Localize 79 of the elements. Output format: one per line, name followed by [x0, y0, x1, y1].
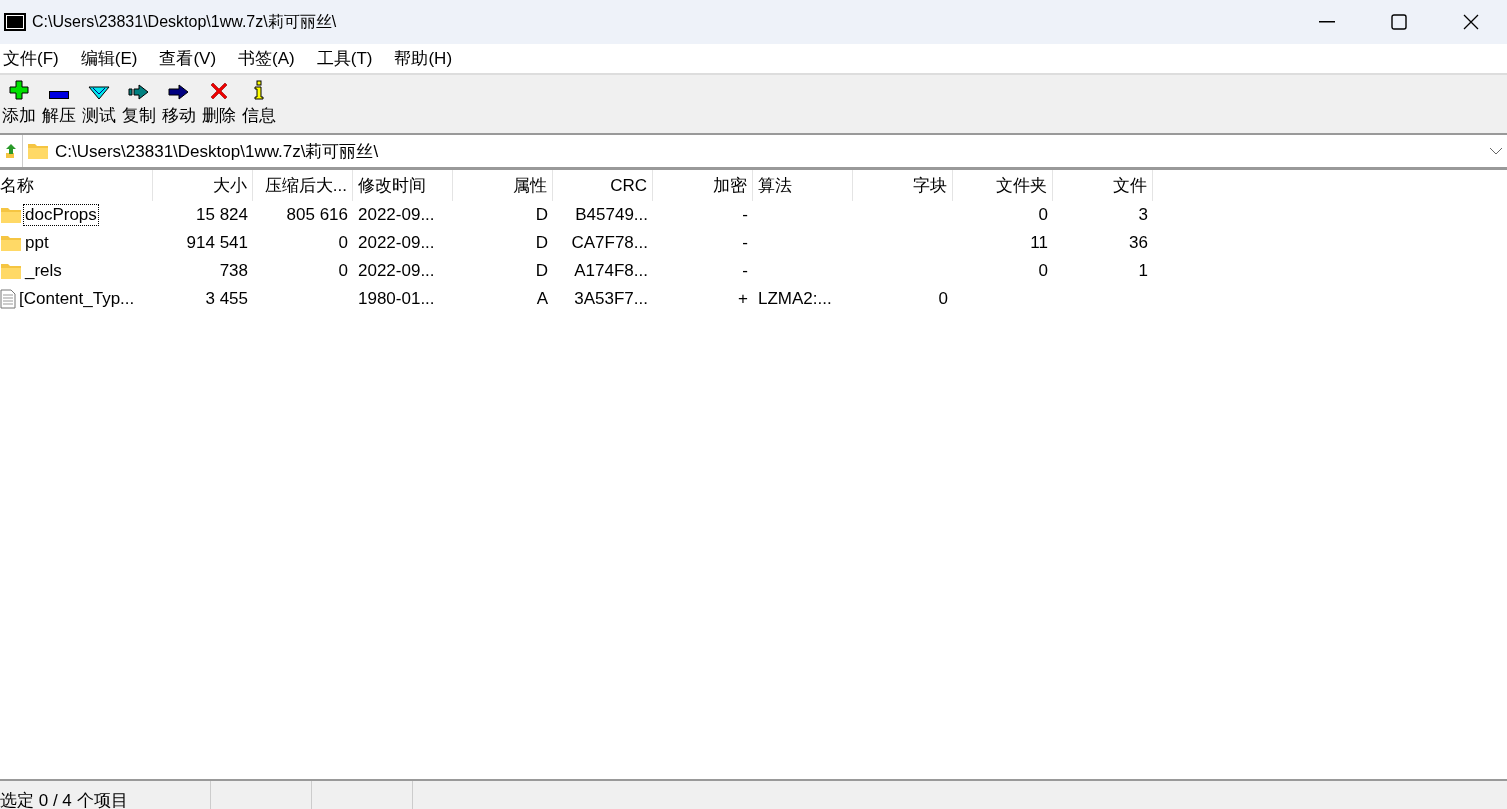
maximize-icon — [1391, 14, 1407, 30]
arrow-right-icon — [167, 84, 190, 100]
table-cell: 15 824 — [196, 205, 248, 225]
column-header[interactable]: 属性 — [453, 170, 553, 201]
app-logo-icon — [4, 13, 26, 31]
table-cell: - — [742, 205, 748, 225]
table-cell: 3A53F7... — [574, 289, 648, 309]
table-cell: 805 616 — [286, 205, 348, 225]
column-header[interactable]: CRC — [553, 170, 653, 201]
status-text: 选定 0 / 4 个项目 — [0, 791, 128, 809]
toolbar-button[interactable]: 信息 — [240, 80, 280, 127]
toolbar-button[interactable]: 添加 — [0, 80, 40, 127]
menu-item[interactable]: 编辑(E) — [77, 47, 149, 70]
menu-item[interactable]: 文件(F) — [0, 47, 70, 70]
table-cell: 0 — [938, 289, 948, 309]
table-cell: LZMA2:... — [758, 289, 832, 309]
chevron-down-icon — [87, 86, 110, 100]
menu-item[interactable]: 书签(A) — [235, 47, 306, 70]
table-cell: D — [535, 261, 548, 281]
table-cell: 11 — [1030, 233, 1048, 253]
table-cell: 914 541 — [186, 233, 248, 253]
info-icon — [252, 80, 265, 100]
table-cell: 1 — [1138, 261, 1148, 281]
table-cell: 0 — [338, 233, 348, 253]
minimize-icon — [1319, 21, 1335, 23]
window-title: C:\Users\23831\Desktop\1ww.7z\莉可丽丝\ — [32, 11, 338, 32]
menu-item[interactable]: 查看(V) — [156, 47, 228, 70]
table-cell: 3 — [1138, 205, 1148, 225]
menu-item[interactable]: 工具(T) — [313, 47, 384, 70]
table-cell: 0 — [1038, 205, 1048, 225]
folder-icon — [0, 206, 22, 224]
column-header[interactable]: 字块 — [853, 170, 953, 201]
folder-icon — [0, 234, 22, 252]
toolbar-button[interactable]: 移动 — [160, 84, 200, 127]
menu-item[interactable]: 帮助(H) — [391, 47, 464, 70]
table-cell: 36 — [1129, 233, 1148, 253]
table-cell: A174F8... — [574, 261, 648, 281]
cross-icon — [209, 82, 228, 100]
column-header[interactable]: 文件 — [1053, 170, 1153, 201]
arrow-right-icon — [127, 84, 150, 100]
file-name[interactable]: ppt — [24, 233, 50, 253]
column-header[interactable]: 加密 — [653, 170, 753, 201]
table-cell: 0 — [338, 261, 348, 281]
table-cell: D — [535, 233, 548, 253]
table-cell: 3 455 — [205, 289, 248, 309]
table-cell: - — [742, 261, 748, 281]
address-field[interactable]: C:\Users\23831\Desktop\1ww.7z\莉可丽丝\ — [22, 135, 1507, 167]
column-header[interactable]: 压缩后大... — [253, 170, 353, 201]
folder-icon — [0, 262, 22, 280]
table-cell: - — [742, 233, 748, 253]
column-header[interactable]: 算法 — [753, 170, 853, 201]
table-cell: + — [738, 289, 748, 309]
table-cell: 0 — [1038, 261, 1048, 281]
table-cell: 2022-09... — [358, 205, 435, 225]
file-name[interactable]: _rels — [24, 261, 63, 281]
column-header[interactable]: 修改时间 — [353, 170, 453, 201]
toolbar-button[interactable]: 删除 — [200, 82, 240, 127]
table-cell: 2022-09... — [358, 261, 435, 281]
table-cell: 2022-09... — [358, 233, 435, 253]
folder-icon — [27, 142, 49, 160]
close-icon — [1463, 14, 1479, 30]
column-header[interactable]: 大小 — [153, 170, 253, 201]
file-name[interactable]: [Content_Typ... — [18, 289, 136, 309]
chevron-down-icon[interactable] — [1489, 147, 1503, 155]
minus-icon — [48, 90, 69, 100]
table-cell: A — [536, 289, 548, 309]
table-cell: 1980-01... — [358, 289, 435, 309]
toolbar-button[interactable]: 解压 — [40, 90, 80, 127]
table-cell: B45749... — [575, 205, 648, 225]
plus-icon — [8, 80, 29, 100]
table-cell: D — [535, 205, 548, 225]
table-cell: CA7F78... — [571, 233, 648, 253]
toolbar-button[interactable]: 测试 — [80, 86, 120, 127]
file-name[interactable]: docProps — [24, 205, 98, 225]
toolbar-button[interactable]: 复制 — [120, 84, 160, 127]
table-cell: 738 — [219, 261, 248, 281]
up-folder-icon[interactable] — [4, 143, 18, 159]
column-header[interactable]: 名称 — [0, 170, 153, 201]
column-header[interactable]: 文件夹 — [953, 170, 1053, 201]
